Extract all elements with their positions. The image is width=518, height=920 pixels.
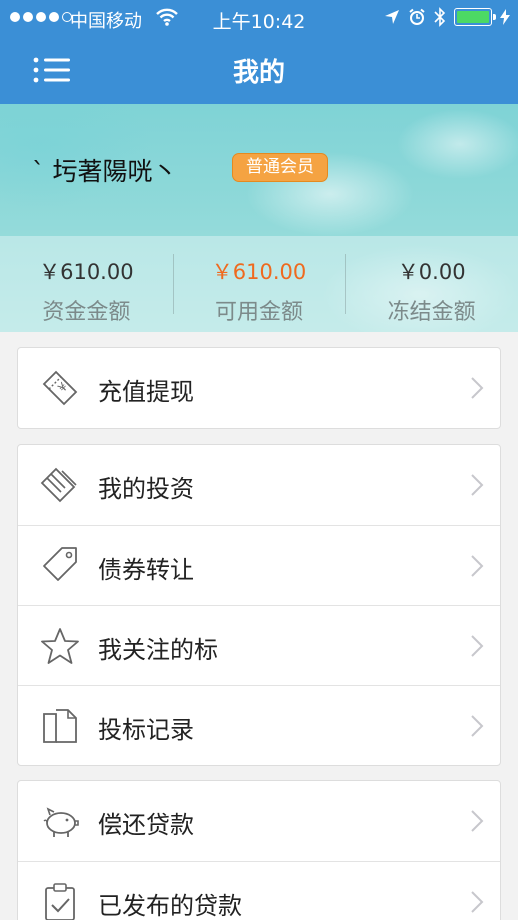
- menu-item-label: 我的投资: [98, 475, 194, 503]
- menu-item-bond-transfer[interactable]: 债券转让: [18, 525, 500, 605]
- chevron-right-icon: [471, 635, 484, 657]
- bluetooth-icon: [434, 7, 446, 27]
- menu-item-my-investments[interactable]: 我的投资: [18, 445, 500, 525]
- username: ˋ 圬著陽咣丶: [32, 157, 178, 186]
- menu-item-label: 我关注的标: [98, 636, 218, 664]
- stat-value: ￥610.00: [211, 260, 307, 284]
- chevron-right-icon: [471, 377, 484, 399]
- document-icon: [43, 709, 77, 743]
- status-bar: 中国移动 上午10:42: [0, 0, 518, 36]
- menu-group-funds: ¥ 充值提现: [17, 347, 501, 429]
- stat-label: 资金金额: [42, 300, 131, 325]
- menu-item-label: 已发布的贷款: [98, 892, 242, 920]
- tag-icon: [43, 547, 77, 581]
- menu-item-label: 偿还贷款: [98, 811, 194, 839]
- menu-item-published-loans[interactable]: 已发布的贷款: [18, 861, 500, 920]
- chevron-right-icon: [471, 555, 484, 577]
- menu-group-loans: 偿还贷款 已发布的贷款: [17, 780, 501, 920]
- menu-item-recharge-withdraw[interactable]: ¥ 充值提现: [18, 348, 500, 428]
- battery-icon: [454, 8, 496, 26]
- menu-icon[interactable]: [32, 54, 74, 86]
- chevron-right-icon: [471, 715, 484, 737]
- charging-bolt-icon: [500, 9, 510, 25]
- menu-item-followed-bids[interactable]: 我关注的标: [18, 605, 500, 685]
- member-level-badge: 普通会员: [232, 153, 328, 182]
- menu-item-label: 充值提现: [98, 378, 194, 406]
- chevron-right-icon: [471, 891, 484, 913]
- clipboard-check-icon: [45, 883, 75, 920]
- stat-label: 可用金额: [215, 300, 304, 325]
- top-bar: 中国移动 上午10:42 我的: [0, 0, 518, 104]
- page-title: 我的: [232, 58, 285, 88]
- piggy-bank-icon: [43, 807, 79, 837]
- menu-item-label: 投标记录: [98, 716, 194, 744]
- status-indicators: [384, 7, 510, 27]
- stat-available-funds: ￥610.00 可用金额: [172, 236, 346, 332]
- chevron-right-icon: [471, 474, 484, 496]
- stat-label: 冻结金额: [387, 300, 476, 325]
- stat-value: ￥610.00: [39, 260, 134, 284]
- star-icon: [41, 628, 79, 664]
- svg-text:¥: ¥: [55, 379, 71, 395]
- stat-value: ￥0.00: [397, 260, 466, 284]
- location-arrow-icon: [385, 10, 399, 24]
- chevron-right-icon: [471, 810, 484, 832]
- ticket-icon: ¥: [42, 370, 78, 406]
- menu-item-repay-loan[interactable]: 偿还贷款: [18, 781, 500, 861]
- menu-group-investment: 我的投资 债券转让 我关注的标 投标记录: [17, 444, 501, 766]
- account-stats: ￥610.00 资金金额 ￥610.00 可用金额 ￥0.00 冻结金额: [0, 236, 518, 332]
- menu-item-label: 债券转让: [98, 556, 194, 584]
- menu-item-bid-records[interactable]: 投标记录: [18, 685, 500, 765]
- nav-bar: 我的: [0, 36, 518, 104]
- alarm-icon: [409, 8, 425, 25]
- profile-banner: ˋ 圬著陽咣丶 普通会员 ￥610.00 资金金额 ￥610.00 可用金额 ￥…: [0, 104, 518, 332]
- stat-frozen-funds: ￥0.00 冻结金额: [345, 236, 518, 332]
- stat-total-funds: ￥610.00 资金金额: [0, 236, 173, 332]
- card-icon: [40, 467, 77, 503]
